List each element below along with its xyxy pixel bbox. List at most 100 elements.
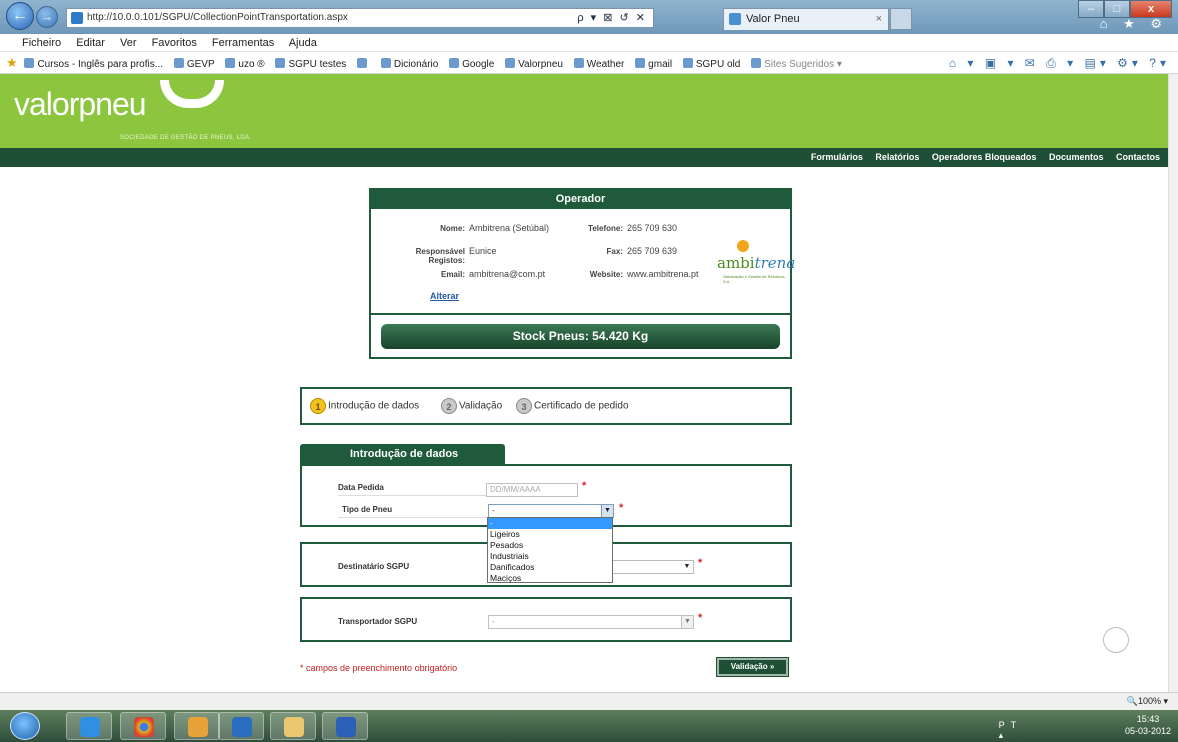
- form-tab: Introdução de dados: [300, 444, 505, 464]
- start-button[interactable]: [10, 712, 40, 740]
- operator-name: Ambitrena (Setúbal): [469, 223, 550, 233]
- sun-icon: [737, 240, 749, 252]
- site-header: valorpneu SOCIEDADE DE GESTÃO DE PNEUS, …: [0, 74, 1168, 148]
- taskbar-ie[interactable]: [66, 712, 112, 740]
- fav-dicionario[interactable]: Dicionário: [381, 59, 438, 70]
- fav-gmail[interactable]: gmail: [635, 59, 672, 70]
- fav-valorpneu[interactable]: Valorpneu: [505, 59, 563, 70]
- operator-logo: ambitrena Valorização e Gestão de Resídu…: [717, 240, 795, 284]
- label-fax: Fax:: [606, 247, 623, 256]
- dropdown-option[interactable]: Maciços: [488, 573, 612, 584]
- fav-sgpu-old[interactable]: SGPU old: [683, 59, 740, 70]
- tab-close-icon[interactable]: ×: [876, 9, 882, 29]
- fav-sites-sugeridos[interactable]: Sites Sugeridos ▾: [751, 59, 842, 70]
- logo-mark-icon: [160, 80, 224, 108]
- address-controls[interactable]: ρ ▾ ⊠ ↺ ✕: [577, 9, 647, 27]
- clock[interactable]: 15:43 05-03-2012: [1124, 713, 1172, 737]
- step-2-label: Validação: [459, 400, 503, 412]
- tire-type-value: -: [492, 506, 495, 515]
- chevron-down-icon[interactable]: ▼: [681, 561, 693, 573]
- nav-documentos[interactable]: Documentos: [1049, 152, 1104, 162]
- menu-ajuda[interactable]: Ajuda: [289, 37, 317, 49]
- chevron-down-icon[interactable]: ▼: [601, 505, 613, 517]
- browser-tab-valor-pneu[interactable]: Valor Pneu ×: [723, 8, 889, 30]
- nav-operadores-bloqueados[interactable]: Operadores Bloqueados: [932, 152, 1037, 162]
- fav-uzo[interactable]: uzo ®: [225, 59, 264, 70]
- menu-editar[interactable]: Editar: [76, 37, 105, 49]
- back-button[interactable]: ←: [6, 2, 34, 30]
- tire-type-select[interactable]: - ▼: [488, 504, 614, 518]
- forward-button[interactable]: →: [36, 6, 58, 28]
- chevron-down-icon[interactable]: ▼: [681, 616, 693, 628]
- taskbar-word[interactable]: [322, 712, 368, 740]
- label-email: Email:: [440, 270, 465, 279]
- fav-cursos[interactable]: Cursos - Inglês para profis...: [24, 59, 163, 70]
- menu-favoritos[interactable]: Favoritos: [152, 37, 197, 49]
- logo-text-b: trena: [754, 254, 796, 272]
- alterar-link[interactable]: Alterar: [430, 291, 459, 301]
- new-tab-button[interactable]: [890, 8, 912, 30]
- menu-ficheiro[interactable]: Ficheiro: [22, 37, 61, 49]
- dropdown-option[interactable]: Pesados: [488, 540, 612, 551]
- fav-blank[interactable]: [357, 59, 370, 70]
- taskbar-media[interactable]: [218, 712, 264, 740]
- tire-type-required-mark: *: [619, 502, 624, 514]
- site-logo[interactable]: valorpneu: [14, 88, 147, 120]
- favorites-star-icon[interactable]: ★: [6, 55, 18, 70]
- label-responsavel: Responsável Registos:: [415, 247, 465, 265]
- fav-sgpu-testes[interactable]: SGPU testes: [275, 59, 346, 70]
- operator-email: ambitrena@com.pt: [469, 269, 546, 279]
- menu-bar: Ficheiro Editar Ver Favoritos Ferramenta…: [0, 34, 1178, 52]
- taskbar-explorer[interactable]: [270, 712, 316, 740]
- browser-titlebar: ← → http://10.0.0.101/SGPU/CollectionPoi…: [0, 0, 1178, 34]
- address-bar[interactable]: http://10.0.0.101/SGPU/CollectionPointTr…: [66, 8, 654, 28]
- menu-ver[interactable]: Ver: [120, 37, 137, 49]
- dropdown-option[interactable]: Danificados: [488, 562, 612, 573]
- carrier-label: Transportador SGPU: [338, 617, 418, 626]
- step-1-label: Introdução de dados: [328, 400, 420, 412]
- carrier-value: -: [492, 617, 495, 626]
- carrier-select[interactable]: - ▼: [488, 615, 694, 629]
- date-label: Data Pedida: [338, 483, 384, 492]
- step-1-number-icon: 1: [310, 398, 326, 414]
- nav-contactos[interactable]: Contactos: [1116, 152, 1160, 162]
- toolbar-right-icons[interactable]: ⌂ ★ ⚙: [1100, 16, 1168, 32]
- status-bar: 🔍100% ▾: [0, 692, 1178, 710]
- dropdown-option[interactable]: Industriais: [488, 551, 612, 562]
- word-icon: [336, 717, 356, 737]
- recipient-required-mark: *: [698, 557, 703, 569]
- taskbar-chrome[interactable]: [120, 712, 166, 740]
- taskbar-outlook[interactable]: [174, 712, 220, 740]
- operator-phone: 265 709 630: [627, 223, 678, 233]
- fav-google[interactable]: Google: [449, 59, 494, 70]
- zoom-level[interactable]: 🔍100% ▾: [1127, 693, 1168, 710]
- step-1: 1 Introdução de dados: [310, 398, 419, 415]
- vertical-scrollbar[interactable]: [1168, 74, 1178, 692]
- step-3-label: Certificado de pedido: [534, 400, 629, 412]
- tray-icons[interactable]: PT ▴ ▢ ◂ ▭: [999, 720, 1022, 742]
- validacao-button[interactable]: Validação »: [716, 657, 789, 677]
- page-viewport: valorpneu SOCIEDADE DE GESTÃO DE PNEUS, …: [0, 74, 1168, 692]
- tire-type-dropdown-list: - Ligeiros Pesados Industriais Danificad…: [487, 517, 613, 583]
- nav-relatorios[interactable]: Relatórios: [875, 152, 919, 162]
- date-input[interactable]: DD/MM/AAAA: [486, 483, 578, 497]
- site-nav: Formulários Relatórios Operadores Bloque…: [0, 148, 1168, 167]
- favorites-bar: ★ Cursos - Inglês para profis... GEVP uz…: [0, 52, 1178, 74]
- fav-gevp[interactable]: GEVP: [174, 59, 215, 70]
- dropdown-option[interactable]: Ligeiros: [488, 529, 612, 540]
- command-bar-icons[interactable]: ⌂ ▾ ▣ ▾ ✉ ⎙ ▾ ▤▾ ⚙▾ ?▾: [949, 52, 1170, 74]
- step-3-number-icon: 3: [516, 398, 532, 414]
- folder-icon: [284, 717, 304, 737]
- menu-ferramentas[interactable]: Ferramentas: [212, 37, 274, 49]
- operator-panel: Operador Nome: Ambitrena (Setúbal) Respo…: [369, 188, 795, 359]
- taskbar: PT ▴ ▢ ◂ ▭ 15:43 05-03-2012: [0, 710, 1178, 742]
- chrome-icon: [134, 717, 154, 737]
- dropdown-option[interactable]: -: [488, 518, 612, 529]
- tab-title: Valor Pneu: [746, 13, 800, 25]
- nav-formularios[interactable]: Formulários: [811, 152, 863, 162]
- fav-weather[interactable]: Weather: [574, 59, 625, 70]
- tab-favicon: [729, 13, 741, 25]
- operator-fax: 265 709 639: [627, 246, 678, 256]
- label-telefone: Telefone:: [588, 224, 623, 233]
- carrier-required-mark: *: [698, 612, 703, 624]
